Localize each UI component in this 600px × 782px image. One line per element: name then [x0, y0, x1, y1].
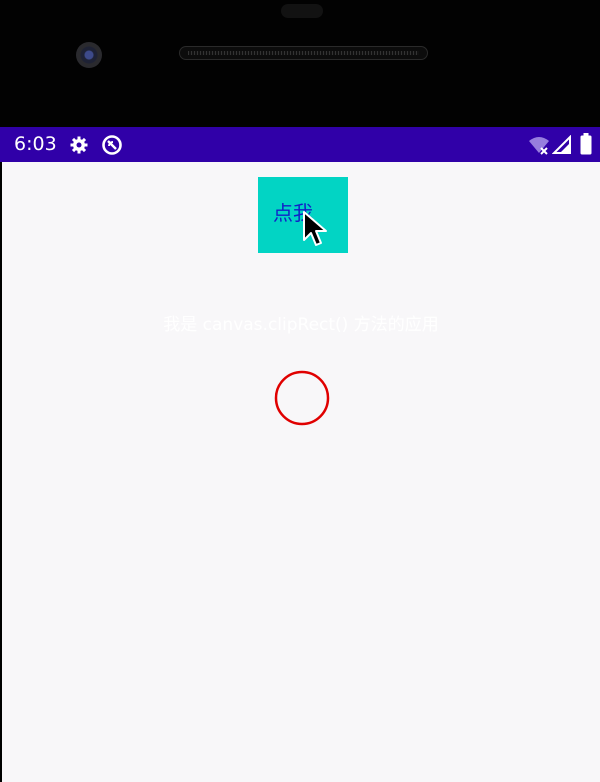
- status-bar: 6:03: [0, 127, 600, 162]
- mouse-cursor-icon: [302, 210, 328, 248]
- wifi-off-icon: [528, 135, 550, 155]
- battery-icon: [580, 133, 592, 155]
- app-canvas: 点我 我是 canvas.clipRect() 方法的应用: [2, 162, 600, 782]
- notch: [281, 4, 323, 18]
- earpiece-speaker: [179, 46, 428, 60]
- sync-icon: [101, 134, 123, 156]
- front-camera: [76, 42, 102, 68]
- clip-rect-caption: 我是 canvas.clipRect() 方法的应用: [163, 315, 439, 335]
- phone-frame: 6:03 点我 我是 canvas.clipRect() 方法的应用: [0, 0, 600, 782]
- red-circle: [274, 370, 330, 426]
- phone-top-bezel: [0, 0, 600, 127]
- gear-icon: [69, 135, 89, 155]
- speaker-grille: [188, 51, 419, 55]
- signal-icon: [551, 134, 572, 155]
- status-time: 6:03: [14, 133, 57, 155]
